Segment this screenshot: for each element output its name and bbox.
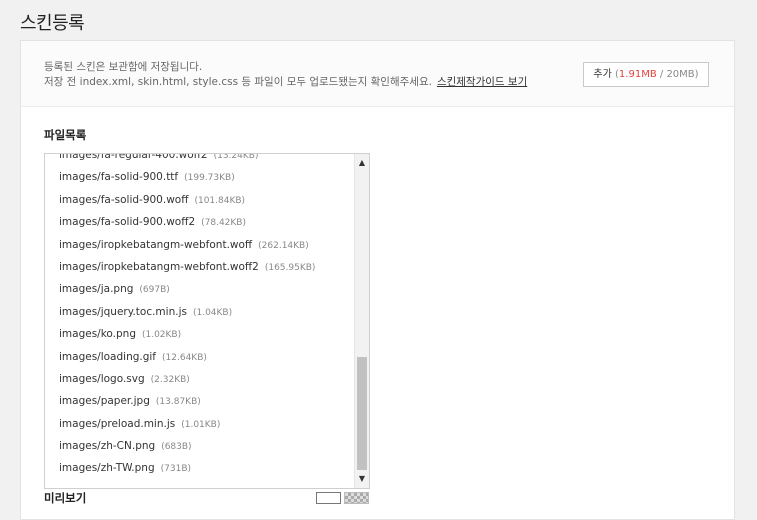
total-size: 20MB — [666, 69, 695, 80]
file-size: (165.95KB) — [264, 262, 316, 273]
file-size: (199.73KB) — [184, 173, 235, 184]
file-list-item[interactable]: images/fa-regular-400.woff2 (13.24KB) — [45, 153, 355, 166]
file-list-item[interactable]: images/zh-CN.png (683B) — [45, 435, 355, 457]
file-size: (1.04KB) — [192, 307, 233, 318]
skin-register-panel: 등록된 스킨은 보관함에 저장됩니다. 저장 전 index.xml, skin… — [20, 40, 735, 520]
size-separator: / — [659, 69, 664, 80]
file-name: images/logo.svg — [59, 372, 145, 385]
info-line-2: 저장 전 index.xml, skin.html, style.css 등 파… — [44, 74, 527, 89]
file-size: (731B) — [160, 464, 191, 475]
file-size: (262.14KB) — [258, 240, 309, 251]
file-name: images/jquery.toc.min.js — [59, 305, 187, 318]
add-button-paren-close: ) — [694, 69, 699, 80]
scroll-up-arrow-icon[interactable]: ▲ — [355, 156, 369, 170]
file-list-item[interactable]: images/paper.jpg (13.87KB) — [45, 390, 355, 412]
add-file-button[interactable]: 추가 (1.91MB / 20MB) — [583, 62, 709, 87]
preview-transparent-background-swatch[interactable] — [344, 492, 369, 504]
file-list-item[interactable]: images/fa-solid-900.ttf (199.73KB) — [45, 166, 355, 188]
file-list-box[interactable]: images/fa-regular-400.woff2 (13.24KB) imag… — [44, 153, 370, 489]
page-title: 스킨등록 — [20, 13, 85, 34]
file-size: (13.87KB) — [155, 397, 201, 408]
file-name: images/iropkebatangm-webfont.woff — [59, 238, 253, 251]
file-list-item[interactable]: images/zh-TW.png (731B) — [45, 457, 355, 479]
file-name: images/iropkebatangm-webfont.woff2 — [59, 260, 259, 273]
file-name: images/ja.png — [59, 283, 134, 296]
file-list-item[interactable]: images/logo.svg (2.32KB) — [45, 368, 355, 390]
file-name: images/ko.png — [59, 328, 136, 341]
file-size: (2.32KB) — [150, 374, 190, 385]
preview-white-background-swatch[interactable] — [316, 492, 341, 504]
info-line-1: 등록된 스킨은 보관함에 저장됩니다. — [44, 61, 203, 73]
file-name: images/fa-solid-900.ttf — [59, 171, 179, 184]
file-name: images/paper.jpg — [59, 395, 150, 408]
preview-label: 미리보기 — [44, 491, 87, 505]
file-list: images/fa-regular-400.woff2 (13.24KB) imag… — [45, 153, 355, 480]
scroll-down-arrow-icon[interactable]: ▼ — [355, 472, 369, 486]
file-list-item[interactable]: images/fa-solid-900.woff2 (78.42KB) — [45, 211, 355, 233]
scroll-thumb[interactable] — [357, 356, 367, 470]
file-size: (697B) — [139, 285, 170, 296]
file-list-label: 파일목록 — [44, 128, 87, 142]
file-list-item[interactable]: images/fa-solid-900.woff (101.84KB) — [45, 189, 355, 211]
info-area: 등록된 스킨은 보관함에 저장됩니다. 저장 전 index.xml, skin… — [21, 41, 734, 107]
add-button-label: 추가 — [593, 69, 612, 80]
file-name: images/fa-regular-400.woff2 — [59, 153, 208, 161]
file-list-item[interactable]: images/preload.min.js (1.01KB) — [45, 413, 355, 435]
file-size: (1.01KB) — [181, 419, 221, 430]
file-list-item[interactable]: images/iropkebatangm-webfont.woff2 (165.9… — [45, 256, 355, 278]
file-list-item[interactable]: images/jquery.toc.min.js (1.04KB) — [45, 301, 355, 323]
file-list-item[interactable]: images/ko.png (1.02KB) — [45, 323, 355, 345]
file-name: images/loading.gif — [59, 350, 157, 363]
file-size: (13.24KB) — [213, 153, 259, 161]
file-name: images/zh-TW.png — [59, 462, 155, 475]
file-size: (78.42KB) — [201, 218, 246, 229]
file-size: (12.64KB) — [162, 352, 207, 363]
file-list-item[interactable]: images/ja.png (697B) — [45, 278, 355, 300]
file-name: images/preload.min.js — [59, 417, 176, 430]
skin-guide-link[interactable]: 스킨제작가이드 보기 — [437, 76, 527, 88]
file-size: (1.02KB) — [141, 330, 182, 341]
file-name: images/fa-solid-900.woff — [59, 193, 189, 206]
file-size: (683B) — [161, 442, 192, 453]
file-list-item[interactable]: images/iropkebatangm-webfont.woff (262.14… — [45, 234, 355, 256]
info-line-2-text: 저장 전 index.xml, skin.html, style.css 등 파… — [44, 76, 432, 88]
file-size: (101.84KB) — [194, 195, 246, 206]
used-size: 1.91MB — [618, 69, 657, 80]
file-list-item[interactable]: images/loading.gif (12.64KB) — [45, 346, 355, 368]
file-name: images/zh-CN.png — [59, 440, 156, 453]
file-name: images/fa-solid-900.woff2 — [59, 216, 196, 229]
file-list-scrollbar[interactable]: ▲ ▼ — [354, 154, 369, 488]
